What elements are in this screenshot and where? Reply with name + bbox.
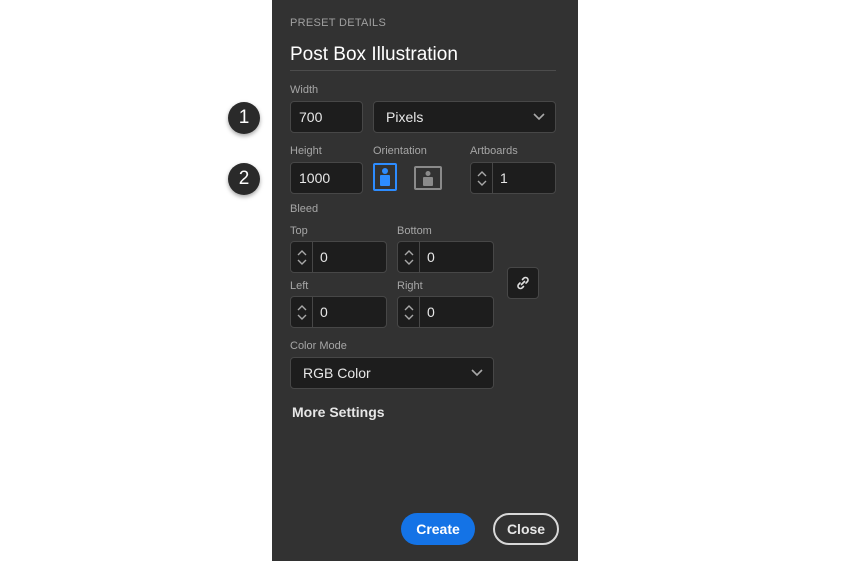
units-value: Pixels <box>386 109 424 125</box>
callout-marker-1: 1 <box>228 102 260 134</box>
bleed-left-label: Left <box>290 280 309 292</box>
link-bleed-button[interactable] <box>507 267 539 299</box>
bleed-bottom-label: Bottom <box>397 225 432 237</box>
landscape-icon <box>423 171 433 186</box>
color-mode-value: RGB Color <box>303 365 371 381</box>
width-value: 700 <box>299 109 323 125</box>
bleed-right-label: Right <box>397 280 423 292</box>
chevron-down-icon[interactable] <box>404 259 414 266</box>
bleed-right-value: 0 <box>427 304 435 320</box>
width-label: Width <box>290 84 319 96</box>
bleed-left-value: 0 <box>320 304 328 320</box>
bleed-left-arrows[interactable] <box>291 297 313 327</box>
chevron-down-icon[interactable] <box>297 314 307 321</box>
bleed-top-label: Top <box>290 225 308 237</box>
bleed-right-stepper[interactable]: 0 <box>397 296 494 328</box>
bleed-bottom-value: 0 <box>427 249 435 265</box>
bleed-label: Bleed <box>290 203 319 215</box>
bleed-top-arrows[interactable] <box>291 242 313 272</box>
bleed-left-stepper[interactable]: 0 <box>290 296 387 328</box>
preset-name-underline <box>290 70 556 71</box>
portrait-icon <box>380 168 390 186</box>
preset-name-field[interactable]: Post Box Illustration <box>290 44 458 66</box>
bleed-bottom-stepper[interactable]: 0 <box>397 241 494 273</box>
close-button[interactable]: Close <box>493 513 559 545</box>
chevron-up-icon[interactable] <box>297 304 307 311</box>
page: 1 2 PRESET DETAILS Post Box Illustration… <box>0 0 850 561</box>
artboards-arrows[interactable] <box>471 163 493 193</box>
bleed-right-arrows[interactable] <box>398 297 420 327</box>
units-select[interactable]: Pixels <box>373 101 556 133</box>
height-input[interactable]: 1000 <box>290 162 363 194</box>
artboards-value: 1 <box>500 170 508 186</box>
chevron-down-icon[interactable] <box>297 259 307 266</box>
callout-marker-2: 2 <box>228 163 260 195</box>
section-label: PRESET DETAILS <box>290 17 387 29</box>
chevron-up-icon[interactable] <box>297 249 307 256</box>
artboards-stepper[interactable]: 1 <box>470 162 556 194</box>
landscape-orientation-button[interactable] <box>414 166 442 190</box>
orientation-label: Orientation <box>373 145 427 157</box>
chevron-down-icon[interactable] <box>404 314 414 321</box>
artboards-label: Artboards <box>470 145 518 157</box>
preset-details-panel: PRESET DETAILS Post Box Illustration Wid… <box>272 0 578 561</box>
color-mode-label: Color Mode <box>290 340 347 352</box>
bleed-top-value: 0 <box>320 249 328 265</box>
more-settings-button[interactable]: More Settings <box>292 404 385 420</box>
chevron-down-icon <box>471 369 483 377</box>
height-label: Height <box>290 145 322 157</box>
chevron-up-icon[interactable] <box>404 304 414 311</box>
create-button[interactable]: Create <box>401 513 475 545</box>
link-icon <box>517 276 529 290</box>
bleed-top-stepper[interactable]: 0 <box>290 241 387 273</box>
portrait-orientation-button[interactable] <box>373 163 397 191</box>
chevron-down-icon[interactable] <box>477 180 487 187</box>
chevron-up-icon[interactable] <box>477 170 487 177</box>
chevron-down-icon <box>533 113 545 121</box>
bleed-bottom-arrows[interactable] <box>398 242 420 272</box>
color-mode-select[interactable]: RGB Color <box>290 357 494 389</box>
chevron-up-icon[interactable] <box>404 249 414 256</box>
height-value: 1000 <box>299 170 331 186</box>
width-input[interactable]: 700 <box>290 101 363 133</box>
